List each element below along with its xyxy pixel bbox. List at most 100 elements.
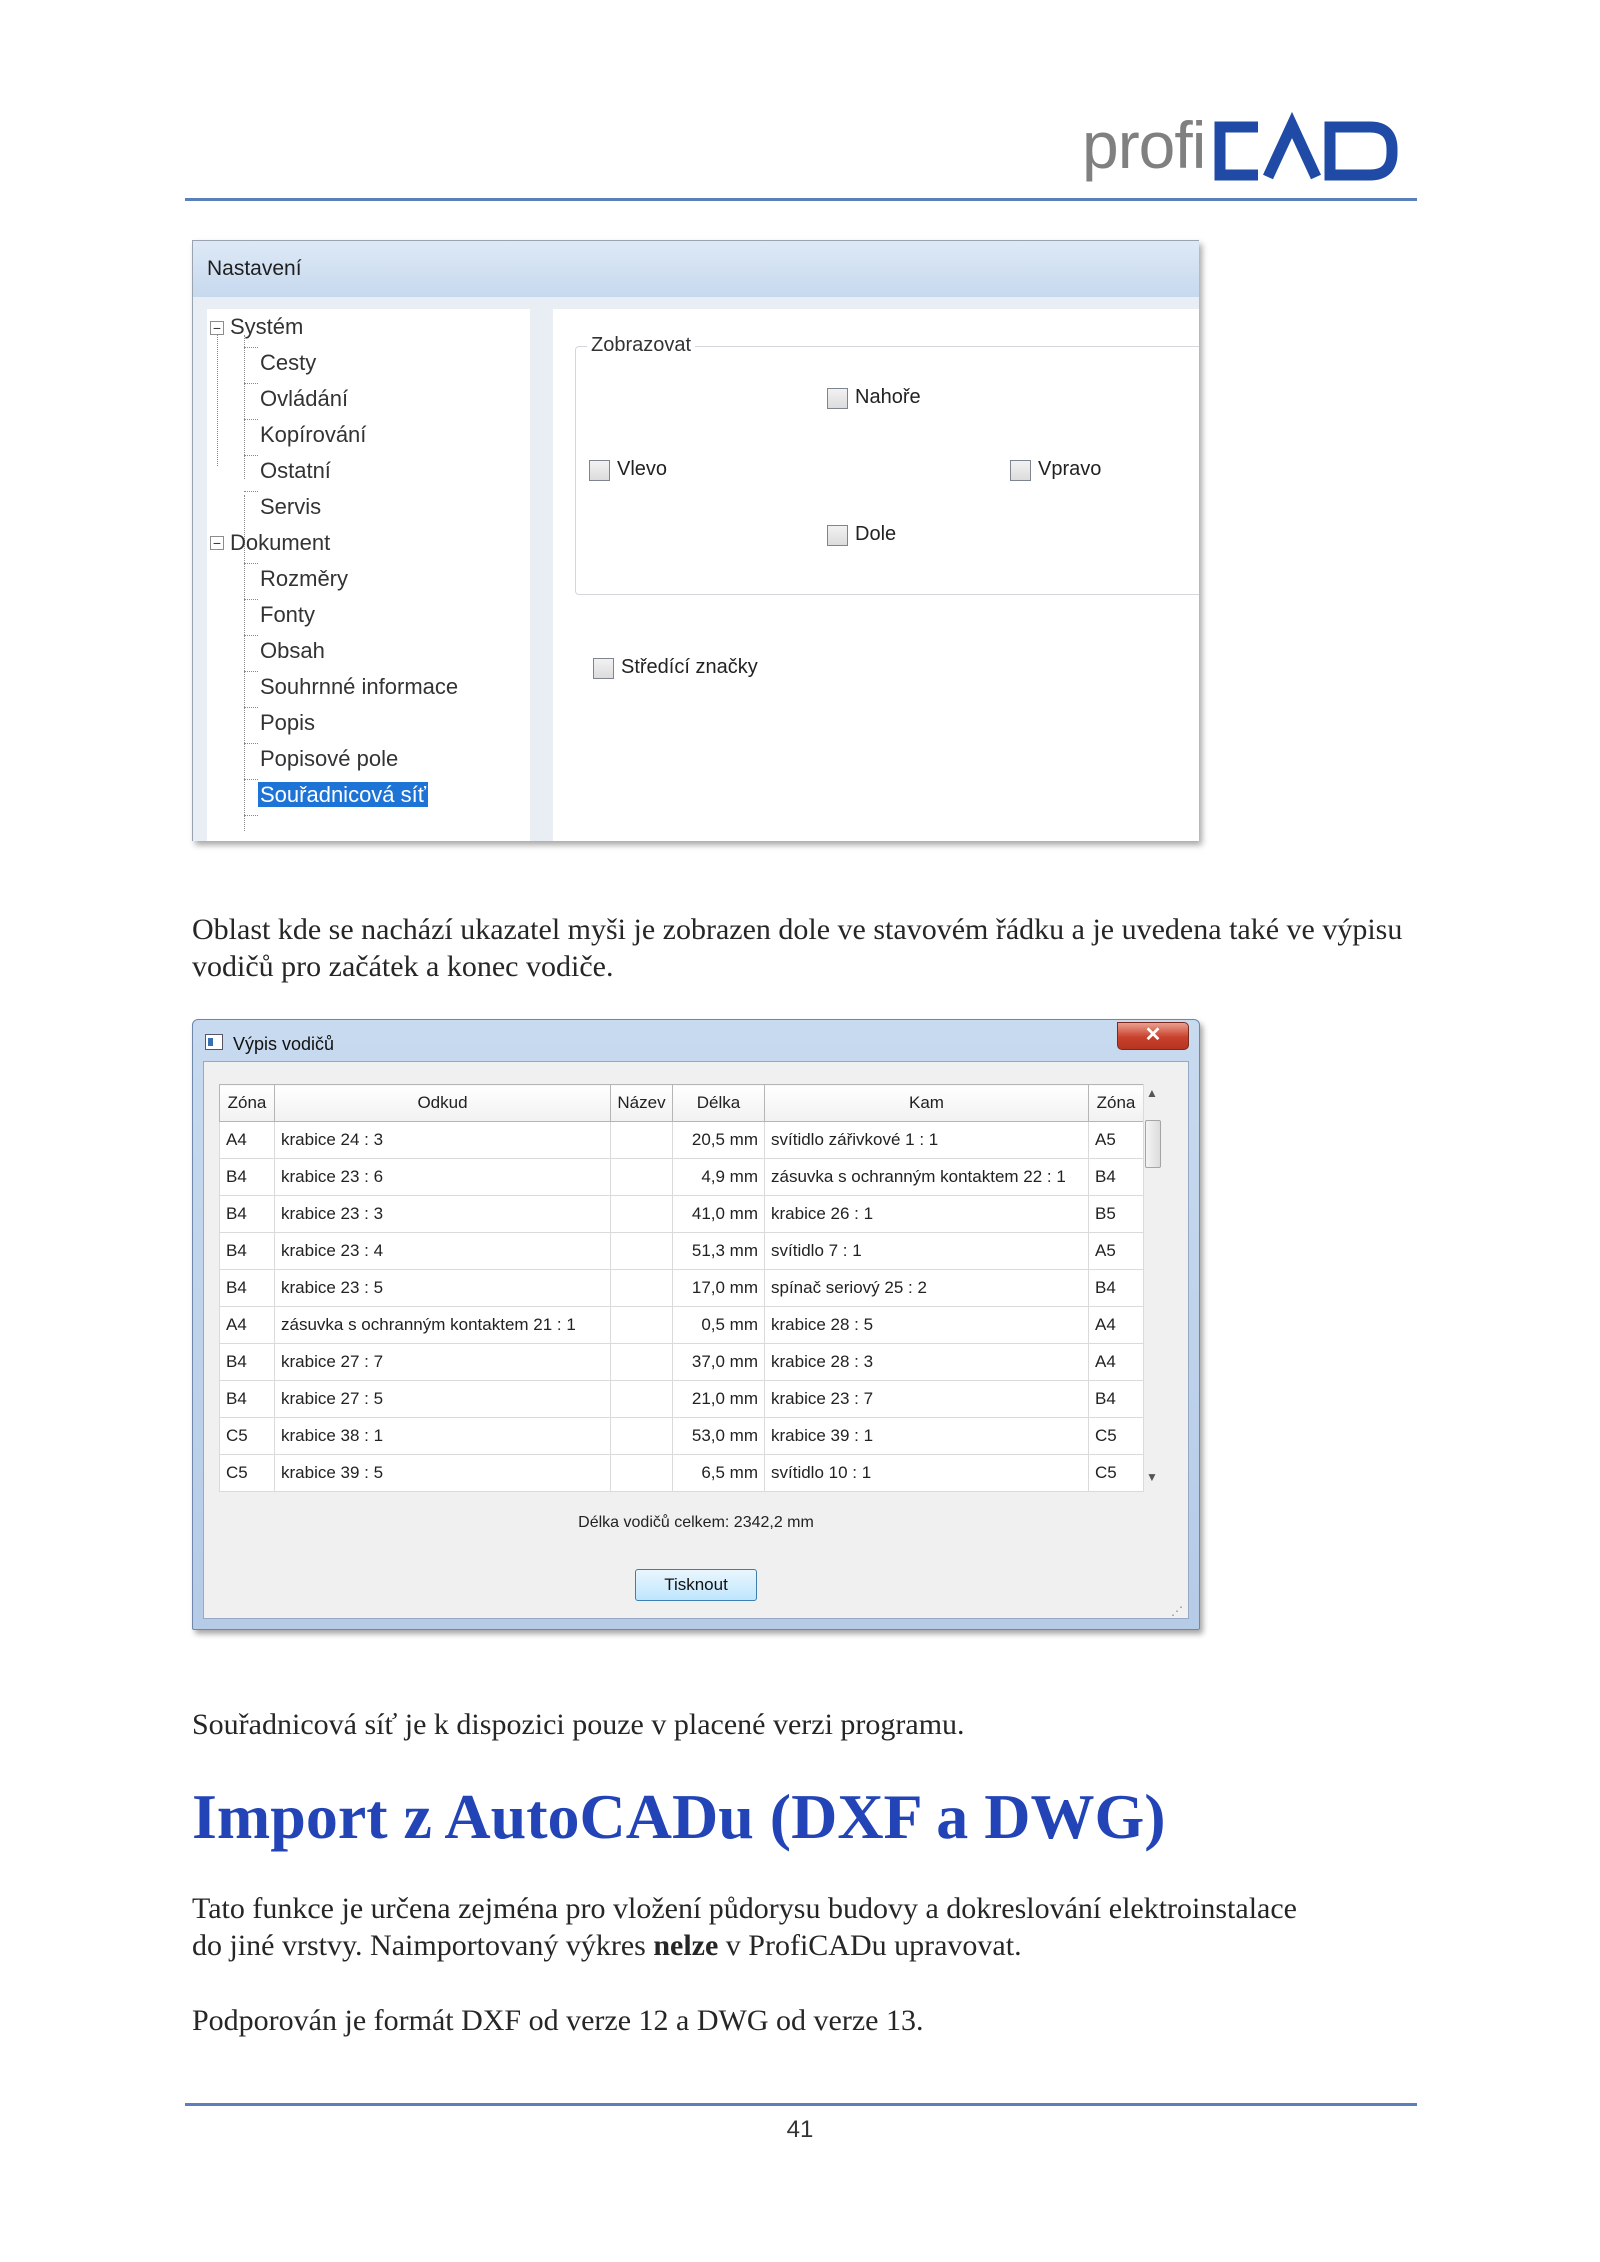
nahore-label: Nahoře (855, 386, 921, 408)
tree-item-popis[interactable]: Popis (260, 710, 315, 736)
tree-item-rozmery[interactable]: Rozměry (260, 566, 348, 592)
cell-odkud: krabice 27 : 5 (274, 1380, 611, 1418)
wire-list-title: Výpis vodičů (233, 1034, 335, 1054)
table-row[interactable]: B4 krabice 23 : 3 41,0 mm krabice 26 : 1 B5 (219, 1195, 1144, 1233)
column-header-kam[interactable]: Kam (764, 1084, 1089, 1122)
zobrazovat-group-label: Zobrazovat (587, 334, 696, 357)
settings-tree: − Systém Cesty Ovládání Kopírování Ostat… (207, 309, 530, 841)
resize-grip-icon[interactable]: ⋰ (1171, 1604, 1183, 1618)
zobrazovat-group (575, 346, 1199, 595)
cell-odkud: zásuvka s ochranným kontaktem 21 : 1 (274, 1306, 611, 1344)
tree-item-fonty[interactable]: Fonty (260, 602, 315, 628)
paragraph-supported-formats: Podporován je formát DXF od verze 12 a D… (192, 2004, 924, 2037)
cell-zona-to: A4 (1088, 1343, 1144, 1381)
close-button[interactable]: ✕ (1117, 1022, 1189, 1050)
cell-delka: 37,0 mm (672, 1343, 765, 1381)
tree-item-obsah[interactable]: Obsah (260, 638, 325, 664)
cell-zona-to: C5 (1088, 1454, 1144, 1492)
cell-zona-to: A5 (1088, 1121, 1144, 1159)
cell-zona-to: B4 (1088, 1158, 1144, 1196)
tree-item-popisove-pole[interactable]: Popisové pole (260, 746, 398, 772)
cell-delka: 4,9 mm (672, 1158, 765, 1196)
paragraph-import-line-2: do jiné vrstvy. Naimportovaný výkres nel… (192, 1929, 1022, 1962)
column-header-zona-from[interactable]: Zóna (219, 1084, 275, 1122)
paragraph-grid-paid: Souřadnicová síť je k dispozici pouze v … (192, 1708, 965, 1741)
table-row[interactable]: B4 krabice 23 : 6 4,9 mm zásuvka s ochranný… (219, 1158, 1144, 1196)
cell-zona-to: A4 (1088, 1306, 1144, 1344)
cell-nazev (610, 1343, 673, 1381)
emphasis-nelze: nelze (653, 1929, 719, 1962)
cell-zona-from: A4 (219, 1121, 275, 1159)
tree-item-souhrnne-informace[interactable]: Souhrnné informace (260, 674, 458, 700)
wire-list-dialog-screenshot: Výpis vodičů ✕ Zóna Odkud Název Délka Ka… (192, 1019, 1200, 1630)
cell-delka: 41,0 mm (672, 1195, 765, 1233)
cell-odkud: krabice 23 : 3 (274, 1195, 611, 1233)
column-header-delka[interactable]: Délka (672, 1084, 765, 1122)
cell-zona-from: B4 (219, 1343, 275, 1381)
dole-checkbox[interactable] (827, 525, 848, 546)
table-row[interactable]: A4 krabice 24 : 3 20,5 mm svítidlo zářivkov… (219, 1121, 1144, 1159)
tree-item-servis[interactable]: Servis (260, 494, 321, 520)
column-header-nazev[interactable]: Název (610, 1084, 673, 1122)
vlevo-label: Vlevo (617, 458, 668, 480)
cell-nazev (610, 1454, 673, 1492)
footer-rule (185, 2103, 1417, 2106)
cell-zona-from: B4 (219, 1195, 275, 1233)
table-row[interactable]: C5 krabice 38 : 1 53,0 mm krabice 39 : 1 C5 (219, 1417, 1144, 1455)
cell-odkud: krabice 38 : 1 (274, 1417, 611, 1455)
cell-odkud: krabice 24 : 3 (274, 1121, 611, 1159)
cell-delka: 17,0 mm (672, 1269, 765, 1307)
stredici-znacky-checkbox[interactable] (593, 658, 614, 679)
cell-zona-from: B4 (219, 1158, 275, 1196)
cell-kam: svítidlo 7 : 1 (764, 1232, 1089, 1270)
tree-item-cesty[interactable]: Cesty (260, 350, 316, 376)
section-heading: Import z AutoCADu (DXF a DWG) (192, 1781, 1166, 1852)
cell-zona-from: B4 (219, 1269, 275, 1307)
tree-item-dokument[interactable]: Dokument (230, 530, 330, 556)
dokument-expander-icon[interactable]: − (210, 536, 224, 550)
cell-odkud: krabice 27 : 7 (274, 1343, 611, 1381)
cell-odkud: krabice 23 : 6 (274, 1158, 611, 1196)
cell-zona-from: B4 (219, 1380, 275, 1418)
logo-text-profi: profi (1082, 108, 1206, 182)
cell-delka: 20,5 mm (672, 1121, 765, 1159)
cell-kam: krabice 39 : 1 (764, 1417, 1089, 1455)
wire-table-header: Zóna Odkud Název Délka Kam Zóna (219, 1084, 1144, 1122)
cell-nazev (610, 1232, 673, 1270)
vpravo-checkbox[interactable] (1010, 460, 1031, 481)
table-row[interactable]: B4 krabice 27 : 5 21,0 mm krabice 23 : 7 B4 (219, 1380, 1144, 1418)
table-row[interactable]: A4 zásuvka s ochranným kontaktem 21 : 1 0,… (219, 1306, 1144, 1344)
table-row[interactable]: B4 krabice 27 : 7 37,0 mm krabice 28 : 3 A4 (219, 1343, 1144, 1381)
cell-zona-to: B5 (1088, 1195, 1144, 1233)
column-header-odkud[interactable]: Odkud (274, 1084, 611, 1122)
cell-odkud: krabice 23 : 5 (274, 1269, 611, 1307)
table-row[interactable]: C5 krabice 39 : 5 6,5 mm svítidlo 10 : 1 C5 (219, 1454, 1144, 1492)
cell-nazev (610, 1417, 673, 1455)
scroll-up-arrow-icon[interactable]: ▲ (1146, 1086, 1158, 1100)
column-header-zona-to[interactable]: Zóna (1088, 1084, 1144, 1122)
paragraph-import-description: Tato funkce je určena zejména pro vložen… (192, 1890, 1422, 1964)
vpravo-label: Vpravo (1038, 458, 1102, 480)
cell-zona-to: B4 (1088, 1380, 1144, 1418)
scrollbar-thumb[interactable] (1145, 1120, 1161, 1168)
table-row[interactable]: B4 krabice 23 : 5 17,0 mm spínač seriový 25… (219, 1269, 1144, 1307)
tree-item-kopirovani[interactable]: Kopírování (260, 422, 366, 448)
cell-kam: zásuvka s ochranným kontaktem 22 : 1 (764, 1158, 1089, 1196)
nahore-checkbox[interactable] (827, 388, 848, 409)
cell-delka: 0,5 mm (672, 1306, 765, 1344)
cell-kam: svítidlo zářivkové 1 : 1 (764, 1121, 1089, 1159)
tree-item-souradnicova-sit[interactable]: Souřadnicová síť (258, 782, 429, 808)
vlevo-checkbox[interactable] (589, 460, 610, 481)
paragraph-status-bar: Oblast kde se nachází ukazatel myši je z… (192, 913, 1403, 983)
cell-nazev (610, 1380, 673, 1418)
tree-item-ovladani[interactable]: Ovládání (260, 386, 348, 412)
cell-delka: 6,5 mm (672, 1454, 765, 1492)
table-row[interactable]: B4 krabice 23 : 4 51,3 mm svítidlo 7 : 1 A5 (219, 1232, 1144, 1270)
tree-item-ostatni[interactable]: Ostatní (260, 458, 331, 484)
settings-dialog-screenshot: Nastavení − Systém Cesty Ovládání Kopíro… (192, 240, 1199, 841)
print-button[interactable]: Tisknout (635, 1569, 757, 1601)
scroll-down-arrow-icon[interactable]: ▼ (1146, 1470, 1158, 1484)
cell-nazev (610, 1121, 673, 1159)
systém-expander-icon[interactable]: − (210, 321, 224, 335)
tree-item-system[interactable]: Systém (230, 314, 303, 340)
